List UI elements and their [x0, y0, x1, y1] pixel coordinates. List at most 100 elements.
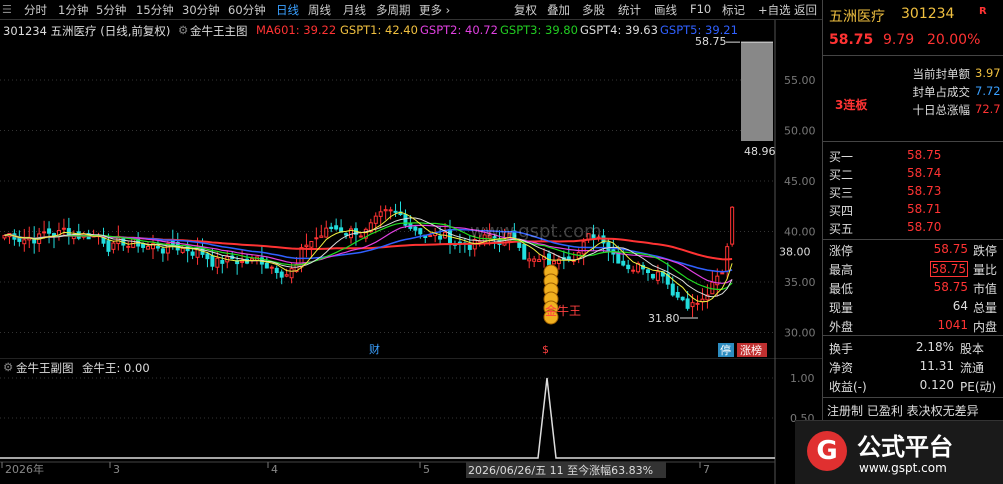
gspt4-value: GSPT4: 39.63	[580, 23, 658, 37]
limit-label: 当前封单额	[912, 67, 971, 81]
toolbar-item[interactable]: 更多 ›	[419, 2, 450, 18]
toolbar-item[interactable]: +自选	[758, 2, 791, 18]
limit-up-list-marker: 涨榜	[740, 343, 762, 357]
dividend-marker: $	[542, 343, 549, 356]
toolbar-item[interactable]: 统计	[618, 2, 641, 18]
order-book-row[interactable]: 买三 58.73	[823, 184, 1003, 203]
time-axis-label: 2026年	[5, 462, 44, 476]
limit-value: 3.97	[975, 66, 1001, 80]
quote-panel: 五洲医疗 301234 R 58.75 9.79 20.00% 3连板 当前封单…	[822, 0, 1003, 484]
main-kline-chart[interactable]: 55.0050.0045.0040.0035.0030.0038.0058.75…	[0, 20, 822, 358]
book-level: 买四	[829, 204, 854, 218]
toolbar-item[interactable]: 1分钟	[58, 2, 88, 18]
quote-header: 五洲医疗 301234 R 58.75 9.79 20.00%	[823, 0, 1003, 56]
candle	[522, 243, 527, 260]
candle	[730, 206, 735, 247]
settings-icon[interactable]: ⚙	[3, 360, 13, 374]
book-level: 买三	[829, 186, 854, 200]
toolbar-item[interactable]: 多股	[582, 2, 605, 18]
last-price: 58.75	[829, 32, 874, 48]
toolbar-item[interactable]: 5分钟	[96, 2, 126, 18]
sub-title[interactable]: 金牛王副图	[16, 360, 74, 376]
limit-up-info: 3连板 当前封单额 3.97 封单占成交 7.72 十日总涨幅 72.7	[823, 58, 1003, 142]
toolbar: ☰ 分时 1分钟 5分钟 15分钟 30分钟 60分钟 日线 周线 月线 多周期 更多 › 复权 叠加多…	[0, 0, 822, 20]
book-price: 58.74	[907, 166, 942, 180]
book-price: 58.73	[907, 184, 942, 198]
date-tooltip: 2026/06/26/五 11 至今涨幅63.83%	[468, 463, 653, 477]
book-level: 买二	[829, 168, 854, 182]
order-book-row[interactable]: 买二 58.74	[823, 166, 1003, 185]
toolbar-item[interactable]: 月线	[343, 2, 366, 18]
toolbar-item[interactable]: 60分钟	[228, 2, 266, 18]
registration-badge: R	[979, 6, 987, 17]
time-axis-label: 7	[703, 463, 710, 476]
toolbar-item[interactable]: 画线	[654, 2, 677, 18]
list-icon[interactable]: ☰	[2, 3, 12, 16]
price-axis-label: 30.00	[784, 327, 816, 340]
fund-right-label: 流通	[960, 361, 985, 375]
toolbar-item[interactable]: 15分钟	[136, 2, 174, 18]
stat-label: 现量	[829, 301, 854, 315]
stock-tags: 注册制 已盈利 表决权无差异	[827, 404, 979, 418]
logo-title: 公式平台	[857, 433, 953, 461]
price-axis-label: 40.00	[784, 226, 816, 239]
book-level: 买五	[829, 222, 854, 236]
order-book-row[interactable]: 买一 58.75	[823, 148, 1003, 167]
stat-right-label: 市值	[973, 282, 998, 296]
gspt2-value: GSPT2: 40.72	[420, 23, 498, 37]
toolbar-item[interactable]: 30分钟	[182, 2, 220, 18]
toolbar-item[interactable]: 标记	[722, 2, 745, 18]
low-price-label: 31.80	[648, 312, 680, 325]
sub-indicator-chart[interactable]: 1.000.502026年 3 4 5 72026/06/26/五 11 至今涨幅63.…	[0, 358, 822, 484]
toolbar-item[interactable]: 返回	[794, 2, 817, 18]
time-axis-label: 4	[271, 463, 278, 476]
order-book-row[interactable]: 买五 58.70	[823, 220, 1003, 239]
stat-label: 涨停	[829, 244, 854, 258]
book-level: 买一	[829, 150, 854, 164]
price-change: 9.79	[883, 32, 915, 48]
stock-name: 五洲医疗	[829, 9, 885, 25]
sub-value: 金牛王: 0.00	[82, 361, 150, 375]
toolbar-item[interactable]: 多周期	[376, 2, 411, 18]
toolbar-item[interactable]: 日线	[276, 2, 299, 18]
book-price: 58.70	[907, 220, 942, 234]
fundamental-stats: 换手 2.18% 股本 净资 11.31 流通 收益(-) 0.120 PE(动)	[823, 338, 1003, 398]
limit-row: 封单占成交 7.72	[823, 84, 1003, 101]
toolbar-item[interactable]: 复权	[514, 2, 537, 18]
quote-stats: 涨停 58.75 跌停 最高 58.75 量比 最低 58.75 市值 现量 64	[823, 240, 1003, 336]
price-axis-label: 55.00	[784, 74, 816, 87]
settings-icon[interactable]: ⚙	[178, 23, 188, 37]
stat-value: 64	[952, 299, 968, 313]
limit-up-gap-bar	[741, 42, 773, 142]
gspt5-value: GSPT5: 39.21	[660, 23, 738, 37]
stat-row: 现量 64 总量	[823, 299, 1003, 318]
limit-row: 当前封单额 3.97	[823, 66, 1003, 83]
time-axis-label: 5	[423, 463, 430, 476]
current-price-label: 38.00	[779, 246, 811, 259]
order-book-row[interactable]: 买四 58.71	[823, 202, 1003, 221]
toolbar-item[interactable]: 周线	[308, 2, 331, 18]
fund-right-label: 股本	[960, 342, 985, 356]
order-book: 买一 58.75 买二 58.74 买三 58.73 买四 58.71 买五 58.70	[823, 144, 1003, 240]
fund-value: 11.31	[919, 359, 954, 373]
gspt3-value: GSPT3: 39.80	[500, 23, 578, 37]
limit-value: 7.72	[975, 84, 1001, 98]
stat-right-label: 内盘	[973, 320, 998, 334]
stat-value: 58.75	[933, 280, 968, 294]
indicator-name[interactable]: 金牛王主图	[190, 23, 248, 39]
suspend-marker: 停	[720, 343, 731, 357]
toolbar-item[interactable]: 叠加	[547, 2, 570, 18]
stat-value: 1041	[937, 318, 968, 332]
toolbar-item[interactable]: 分时	[24, 2, 47, 18]
fund-label: 换手	[829, 342, 854, 356]
fund-label: 净资	[829, 361, 854, 375]
logo-url: www.gspt.com	[859, 461, 947, 475]
fund-row: 换手 2.18% 股本	[823, 340, 1003, 359]
stock-code: 301234	[901, 6, 955, 22]
fund-value: 2.18%	[915, 340, 954, 354]
toolbar-item[interactable]: F10	[690, 2, 711, 16]
gap-low-label: 48.96	[744, 145, 776, 158]
price-axis-label: 35.00	[784, 276, 816, 289]
indicator-info-line: 301234 五洲医疗 (日线,前复权) ⚙ 金牛王主图 MA601: 39.2…	[0, 21, 775, 39]
stat-row: 最低 58.75 市值	[823, 280, 1003, 299]
